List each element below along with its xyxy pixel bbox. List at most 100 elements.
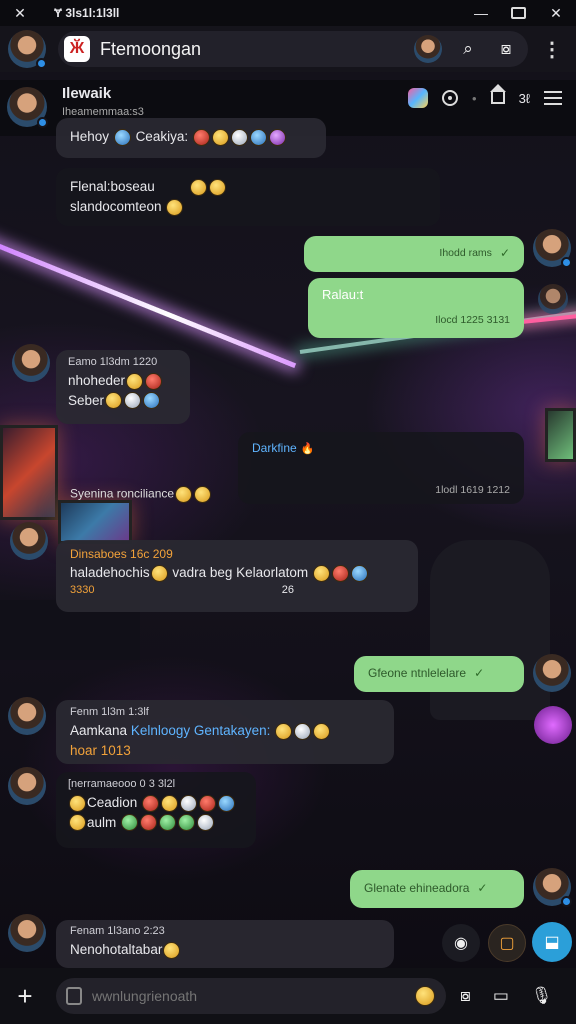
read-check-icon: ✓ — [499, 246, 510, 261]
record-icon[interactable] — [442, 90, 458, 106]
group-name[interactable]: Ilewaik — [62, 85, 111, 102]
monitor-image — [0, 425, 58, 520]
minimize-icon[interactable]: — — [473, 5, 489, 21]
gif-button[interactable]: ▢ — [488, 924, 526, 962]
message-text: nhoheder — [68, 372, 126, 388]
status-bar: ✕ Ɏ 3ls1l:1l3ll — ✕ — [0, 0, 576, 26]
sender-avatar[interactable] — [10, 522, 48, 560]
emoji-icon — [159, 814, 177, 832]
emoji-icon — [105, 392, 123, 410]
message-text: Ceadion — [87, 794, 138, 810]
outgoing-message[interactable]: Ihodd rams ✓ — [304, 236, 524, 272]
emoji-icon — [312, 565, 330, 583]
message-text: Hehoy — [70, 129, 110, 144]
message-input-wrapper[interactable] — [56, 978, 446, 1014]
sender-avatar[interactable] — [8, 767, 46, 805]
keyboard-icon[interactable]: ▭ — [493, 986, 509, 1006]
message-bubble[interactable]: [nerramaeooo 0 3 3l2l Ceadion aulm — [56, 772, 256, 848]
message-text: hoar 1013 — [70, 742, 131, 758]
outgoing-message[interactable]: Glenate ehineadora ✓ — [350, 870, 524, 908]
read-check-icon: ✓ — [474, 666, 485, 681]
app-title: Ftemoongan — [100, 38, 202, 59]
emoji-icon — [166, 198, 184, 216]
app-bar: Ӂ Ftemoongan ⌕ ⧇ ⋮ — [0, 26, 576, 72]
chair-shape — [430, 540, 550, 720]
emoji-icon — [197, 814, 215, 832]
sender-name: Dinsaboes 16c 209 — [70, 547, 173, 561]
timer-button[interactable]: ◉ — [442, 924, 480, 962]
window-close-icon[interactable]: ✕ — [548, 5, 564, 21]
sender-avatar[interactable] — [8, 697, 46, 735]
message-composer: + ⧇ ▭ 🎙 — [0, 968, 576, 1024]
sender-avatar[interactable] — [538, 284, 568, 314]
sender-name: Eamo 1l3dm 1220 — [68, 356, 158, 368]
emoji-icon — [230, 128, 248, 146]
sender-avatar[interactable] — [533, 229, 572, 268]
message-text: haladehochis — [70, 565, 150, 581]
emoji-icon — [69, 794, 86, 812]
emoji-icon — [145, 372, 163, 390]
emoji-icon — [275, 722, 293, 740]
profile-avatar[interactable] — [8, 30, 47, 69]
emoji-icon — [121, 814, 139, 832]
message-text: Gfeone ntnlelelare — [368, 666, 467, 681]
mention-text: Ceakiya: — [135, 129, 189, 144]
microphone-icon[interactable]: 🎙 — [531, 986, 553, 1006]
search-icon[interactable]: ⌕ — [456, 37, 480, 61]
outgoing-message[interactable]: Ralau:t Ilocd 1225 3131 — [308, 278, 524, 338]
emoji-icon — [211, 128, 229, 146]
close-icon[interactable]: ✕ — [12, 5, 28, 21]
message-bubble[interactable]: Fenm 1l3m 1:3lf Aamkana Kelnloogy Gentak… — [56, 700, 394, 764]
sender-avatar[interactable] — [8, 914, 46, 952]
group-subtitle: Iheamemmaa:s3 — [62, 106, 144, 118]
neon-light — [0, 236, 297, 369]
message-card[interactable]: Darkfine 🔥 1lodl 1619 1212 — [238, 432, 524, 504]
member-count: 3ℓ — [518, 90, 530, 106]
emoji-icon — [192, 128, 210, 146]
add-icon[interactable]: + — [10, 981, 40, 1012]
emoji-icon — [113, 128, 131, 146]
message-bubble[interactable]: Fenam 1l3ano 2:23 Nenohotaltabar — [56, 920, 394, 968]
message-time: 1lodl 1619 1212 — [435, 483, 510, 496]
outgoing-message[interactable]: Gfeone ntnlelelare ✓ — [354, 656, 524, 692]
app-title-bar[interactable]: Ӂ Ftemoongan ⌕ ⧇ — [58, 31, 528, 67]
message-bubble[interactable]: Flenal:boseau slandocomteon — [56, 168, 440, 226]
emoji-picker-icon[interactable] — [415, 986, 435, 1006]
message-bubble[interactable]: Eamo 1l3dm 1220 nhoheder Seber — [56, 350, 190, 424]
attach-icon[interactable] — [66, 987, 82, 1005]
sticker-icon[interactable] — [408, 88, 428, 108]
reaction-count: 3330 — [70, 583, 95, 596]
scroll-down-button[interactable]: ⬓ — [532, 922, 572, 962]
reaction-bubble-icon[interactable] — [534, 706, 572, 744]
more-options-icon[interactable]: ⋮ — [542, 37, 562, 62]
menu-icon[interactable] — [544, 91, 562, 105]
group-avatar[interactable] — [7, 87, 48, 128]
mention-text[interactable]: Kelnloogy Gentakayen: — [131, 723, 271, 738]
message-text: Ihodd rams — [439, 247, 492, 260]
contact-avatar[interactable] — [414, 35, 442, 63]
emoji-icon — [350, 565, 368, 583]
message-text: Nenohotaltabar — [70, 941, 163, 957]
card-title: Darkfine — [252, 441, 297, 455]
sender-avatar[interactable] — [533, 868, 572, 907]
maximize-icon[interactable] — [511, 7, 526, 19]
reaction-count: 26 — [281, 583, 294, 596]
camera-icon[interactable]: ⧇ — [494, 37, 518, 61]
message-bubble[interactable]: Dinsaboes 16c 209 haladehochis vadra beg… — [56, 540, 418, 612]
emoji-icon — [331, 565, 349, 583]
sender-avatar[interactable] — [533, 654, 571, 692]
emoji-icon — [199, 794, 217, 812]
sender-name: Fenm 1l3m 1:3lf — [70, 706, 149, 718]
separator-dot: • — [472, 90, 477, 106]
camera-icon[interactable]: ⧇ — [460, 986, 471, 1006]
sender-name: Fenam 1l3ano 2:23 — [70, 925, 165, 937]
emoji-icon — [163, 941, 181, 959]
message-input[interactable] — [92, 988, 414, 1004]
emoji-icon — [140, 814, 158, 832]
emoji-icon — [268, 128, 286, 146]
message-bubble[interactable]: Hehoy Ceakiya: — [56, 118, 326, 158]
message-text: vadra beg Kelaorlatom — [172, 565, 309, 581]
sender-avatar[interactable] — [12, 344, 50, 382]
home-icon[interactable] — [489, 84, 506, 104]
emoji-icon — [126, 372, 144, 390]
